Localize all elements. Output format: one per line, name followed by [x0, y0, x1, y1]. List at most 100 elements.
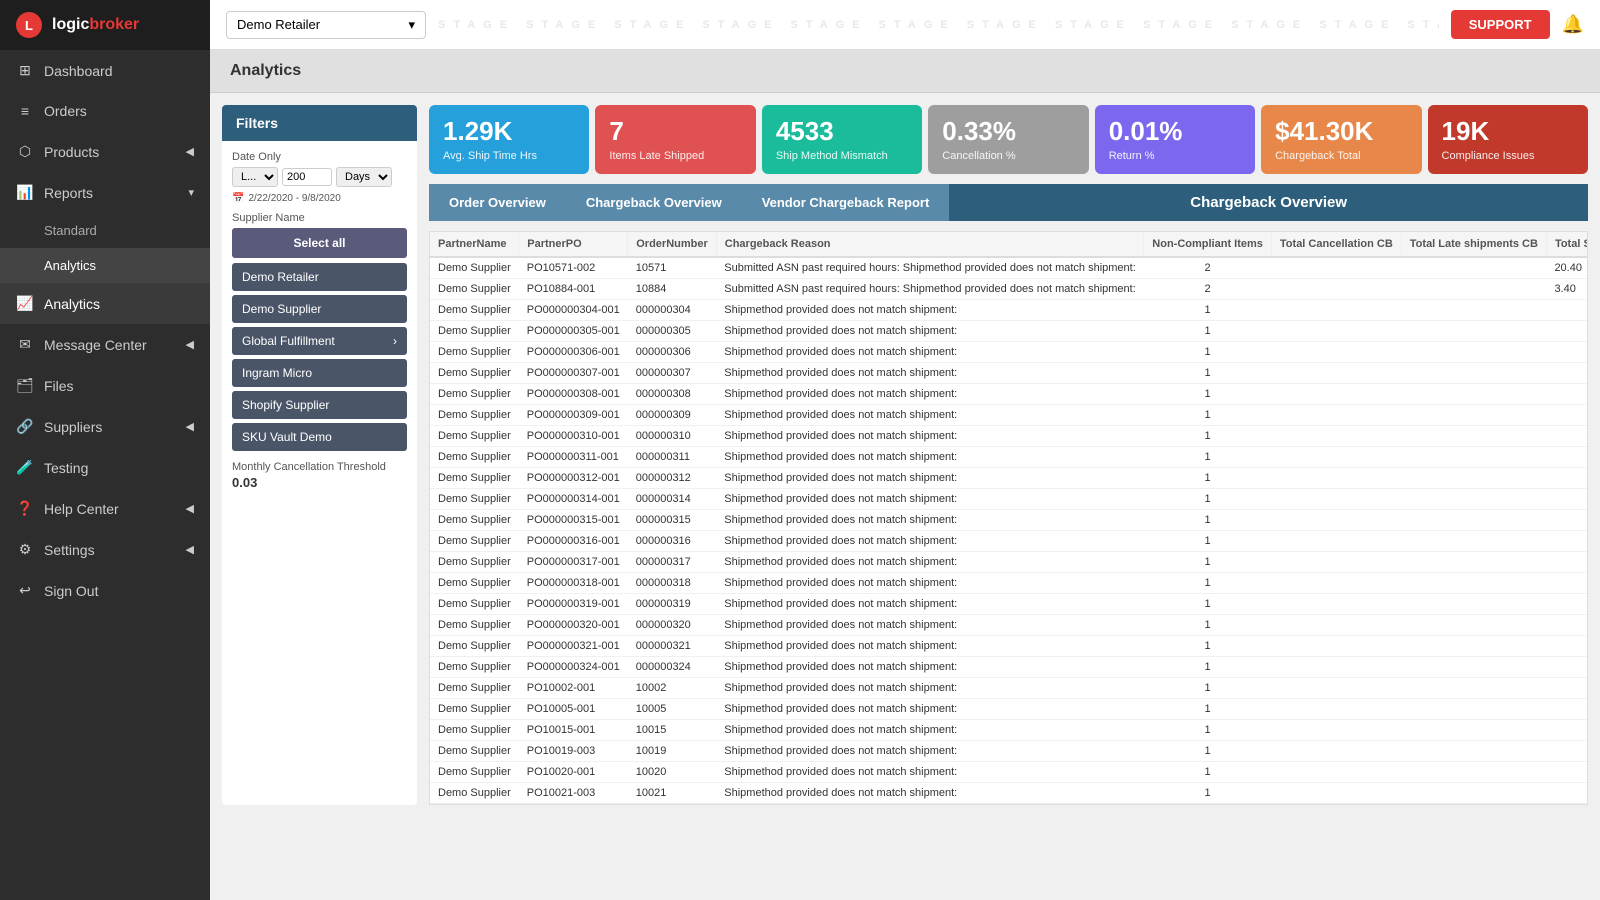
table-row: Demo Supplier PO10002-001 10002 Shipmeth…	[430, 677, 1588, 698]
supplier-sku-vault[interactable]: SKU Vault Demo	[232, 423, 407, 451]
chevron-down-icon: ▾	[408, 17, 415, 33]
supplier-demo-supplier[interactable]: Demo Supplier	[232, 295, 407, 323]
filters-panel: Filters Date Only L... Days 📅 2/22/2020 …	[222, 105, 417, 805]
help-arrow: ◀	[186, 502, 194, 515]
sidebar-item-settings[interactable]: ⚙ Settings ◀	[0, 529, 210, 570]
select-all-button[interactable]: Select all	[232, 228, 407, 258]
threshold-value: 0.03	[232, 475, 407, 490]
table-row: Demo Supplier PO000000324-001 000000324 …	[430, 656, 1588, 677]
reports-icon: 📊	[16, 184, 34, 201]
logo-text: logicbroker	[52, 16, 139, 34]
kpi-compliance-label: Compliance Issues	[1442, 150, 1574, 162]
sidebar-item-analytics-sub[interactable]: Analytics	[0, 248, 210, 283]
supplier-demo-retailer[interactable]: Demo Retailer	[232, 263, 407, 291]
kpi-late-value: 7	[609, 117, 741, 146]
table-row: Demo Supplier PO000000317-001 000000317 …	[430, 551, 1588, 572]
page-header: Analytics	[210, 50, 1600, 93]
sidebar-item-suppliers[interactable]: 🔗 Suppliers ◀	[0, 406, 210, 447]
active-tab-title: Chargeback Overview	[949, 184, 1588, 221]
filter-period-select[interactable]: L...	[232, 167, 278, 187]
tab-order-overview[interactable]: Order Overview	[429, 184, 566, 221]
sidebar-item-label: Suppliers	[44, 419, 102, 435]
sidebar-item-dashboard[interactable]: ⊞ Dashboard	[0, 50, 210, 91]
filter-row-date: L... Days	[232, 167, 407, 187]
kpi-chargeback-label: Chargeback Total	[1275, 150, 1407, 162]
sidebar-item-label: Testing	[44, 460, 88, 476]
support-button[interactable]: SUPPORT	[1451, 10, 1550, 39]
kpi-cancel-label: Cancellation %	[942, 150, 1074, 162]
sidebar-item-help-center[interactable]: ❓ Help Center ◀	[0, 488, 210, 529]
filter-days-input[interactable]	[282, 168, 332, 186]
retailer-select-value: Demo Retailer	[237, 17, 320, 32]
sidebar-item-products[interactable]: ⬡ Products ◀	[0, 131, 210, 172]
date-only-label: Date Only	[232, 151, 407, 163]
data-table: PartnerName PartnerPO OrderNumber Charge…	[430, 232, 1588, 804]
kpi-mismatch-value: 4533	[776, 117, 908, 146]
data-table-container: PartnerName PartnerPO OrderNumber Charge…	[429, 231, 1588, 805]
supplier-shopify[interactable]: Shopify Supplier	[232, 391, 407, 419]
sign-out-icon: ↩	[16, 582, 34, 599]
table-row: Demo Supplier PO10021-003 10021 Shipmeth…	[430, 782, 1588, 803]
sidebar-item-sign-out[interactable]: ↩ Sign Out	[0, 570, 210, 611]
notification-button[interactable]: 🔔	[1562, 14, 1584, 35]
kpi-compliance: 19K Compliance Issues	[1428, 105, 1588, 174]
col-total-sh: Total Sh...	[1546, 232, 1588, 257]
stage-watermark: STAGE STAGE STAGE STAGE STAGE STAGE STAG…	[438, 19, 1439, 31]
sidebar-item-label: Message Center	[44, 337, 147, 353]
table-row: Demo Supplier PO000000321-001 000000321 …	[430, 635, 1588, 656]
orders-icon: ≡	[16, 103, 34, 119]
right-content: 1.29K Avg. Ship Time Hrs 7 Items Late Sh…	[429, 105, 1588, 805]
analytics-icon: 📈	[16, 295, 34, 312]
reports-arrow: ▾	[188, 186, 194, 199]
col-partner-po: PartnerPO	[519, 232, 628, 257]
table-row: Demo Supplier PO000000310-001 000000310 …	[430, 425, 1588, 446]
kpi-return: 0.01% Return %	[1095, 105, 1255, 174]
threshold-section: Monthly Cancellation Threshold 0.03	[232, 461, 407, 490]
products-icon: ⬡	[16, 143, 34, 160]
sidebar-item-reports[interactable]: 📊 Reports ▾	[0, 172, 210, 213]
table-row: Demo Supplier PO000000307-001 000000307 …	[430, 362, 1588, 383]
page-title: Analytics	[230, 62, 1580, 80]
sidebar-item-label: Settings	[44, 542, 95, 558]
col-partner-name: PartnerName	[430, 232, 519, 257]
filter-unit-select[interactable]: Days	[336, 167, 392, 187]
tab-vendor-chargeback[interactable]: Vendor Chargeback Report	[742, 184, 950, 221]
content-area: Filters Date Only L... Days 📅 2/22/2020 …	[210, 93, 1600, 817]
sidebar-item-label: Dashboard	[44, 63, 113, 79]
table-body: Demo Supplier PO10571-002 10571 Submitte…	[430, 257, 1588, 804]
table-row: Demo Supplier PO10020-001 10020 Shipmeth…	[430, 761, 1588, 782]
table-row: Demo Supplier PO10019-003 10019 Shipmeth…	[430, 740, 1588, 761]
sidebar-item-standard[interactable]: Standard	[0, 213, 210, 248]
col-chargeback-reason: Chargeback Reason	[716, 232, 1144, 257]
table-row: Demo Supplier PO000000320-001 000000320 …	[430, 614, 1588, 635]
kpi-mismatch-label: Ship Method Mismatch	[776, 150, 908, 162]
logo-area: L logicbroker	[0, 0, 210, 50]
kpi-row: 1.29K Avg. Ship Time Hrs 7 Items Late Sh…	[429, 105, 1588, 174]
tab-bar: Order Overview Chargeback Overview Vendo…	[429, 184, 1588, 221]
sidebar-item-analytics[interactable]: 📈 Analytics	[0, 283, 210, 324]
sidebar-item-files[interactable]: 🗂 Files	[0, 365, 210, 406]
sidebar-item-message-center[interactable]: ✉ Message Center ◀	[0, 324, 210, 365]
suppliers-arrow: ◀	[186, 420, 194, 433]
dashboard-icon: ⊞	[16, 62, 34, 79]
testing-icon: 🧪	[16, 459, 34, 476]
help-icon: ❓	[16, 500, 34, 517]
sidebar-item-testing[interactable]: 🧪 Testing	[0, 447, 210, 488]
retailer-select[interactable]: Demo Retailer ▾	[226, 11, 426, 39]
sidebar-item-orders[interactable]: ≡ Orders	[0, 91, 210, 131]
table-row: Demo Supplier PO000000315-001 000000315 …	[430, 509, 1588, 530]
supplier-global-fulfillment[interactable]: Global Fulfillment ›	[232, 327, 407, 355]
filters-body: Date Only L... Days 📅 2/22/2020 - 9/8/20…	[222, 141, 417, 500]
tab-chargeback-overview[interactable]: Chargeback Overview	[566, 184, 742, 221]
table-row: Demo Supplier PO10015-001 10015 Shipmeth…	[430, 719, 1588, 740]
table-row: Demo Supplier PO000000314-001 000000314 …	[430, 488, 1588, 509]
supplier-ingram-micro[interactable]: Ingram Micro	[232, 359, 407, 387]
table-row: Demo Supplier PO000000305-001 000000305 …	[430, 320, 1588, 341]
col-total-late-cb: Total Late shipments CB	[1401, 232, 1546, 257]
col-non-compliant: Non-Compliant Items	[1144, 232, 1272, 257]
kpi-avg-ship-time: 1.29K Avg. Ship Time Hrs	[429, 105, 589, 174]
settings-icon: ⚙	[16, 541, 34, 558]
table-row: Demo Supplier PO10571-002 10571 Submitte…	[430, 257, 1588, 279]
kpi-chargeback-value: $41.30K	[1275, 117, 1407, 146]
kpi-late-label: Items Late Shipped	[609, 150, 741, 162]
